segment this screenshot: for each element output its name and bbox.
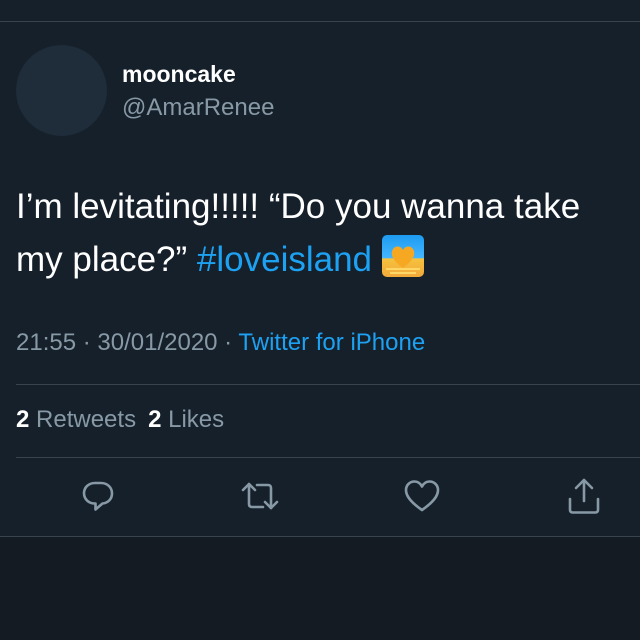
tweet-date: 30/01/2020 <box>97 329 218 356</box>
retweets-label: Retweets <box>36 406 137 433</box>
tweet-meta: 21:55 · 30/01/2020 · Twitter for iPhone <box>16 329 425 357</box>
tweet-text: I’m levitating!!!!! “Do you wanna take m… <box>16 180 636 286</box>
retweets-count: 2 <box>16 406 30 433</box>
reply-button[interactable] <box>78 476 118 516</box>
tweet-text-line2: my place?” <box>16 240 197 279</box>
sunset-heart-emoji-icon <box>381 235 424 277</box>
tweet-page: mooncake @AmarRenee I’m levitating!!!!! … <box>0 0 640 640</box>
tweet-text-line1: I’m levitating!!!!! “Do you wanna take <box>16 187 581 226</box>
divider <box>16 384 640 385</box>
tweet-time: 21:55 <box>16 329 77 356</box>
reply-icon <box>82 481 114 511</box>
divider <box>16 457 640 458</box>
bottom-background <box>0 537 640 640</box>
top-divider <box>0 21 640 22</box>
display-name[interactable]: mooncake <box>122 61 236 88</box>
likes-count: 2 <box>148 406 162 433</box>
meta-separator: · <box>76 329 98 356</box>
retweet-icon <box>241 482 279 510</box>
retweet-button[interactable] <box>240 476 280 516</box>
share-button[interactable] <box>564 476 604 516</box>
like-button[interactable] <box>402 476 442 516</box>
hashtag-link[interactable]: #loveisland <box>197 240 372 279</box>
likes-label: Likes <box>168 406 225 433</box>
avatar[interactable] <box>16 45 107 136</box>
likes-stat[interactable]: 2 Likes <box>148 406 224 433</box>
retweets-stat[interactable]: 2 Retweets <box>16 406 136 433</box>
tweet-stats: 2 Retweets 2 Likes <box>16 406 224 434</box>
tweet-source-link[interactable]: Twitter for iPhone <box>238 329 425 356</box>
meta-separator: · <box>217 329 239 356</box>
user-handle[interactable]: @AmarRenee <box>122 94 274 122</box>
share-icon <box>568 478 600 514</box>
heart-icon <box>404 480 440 512</box>
